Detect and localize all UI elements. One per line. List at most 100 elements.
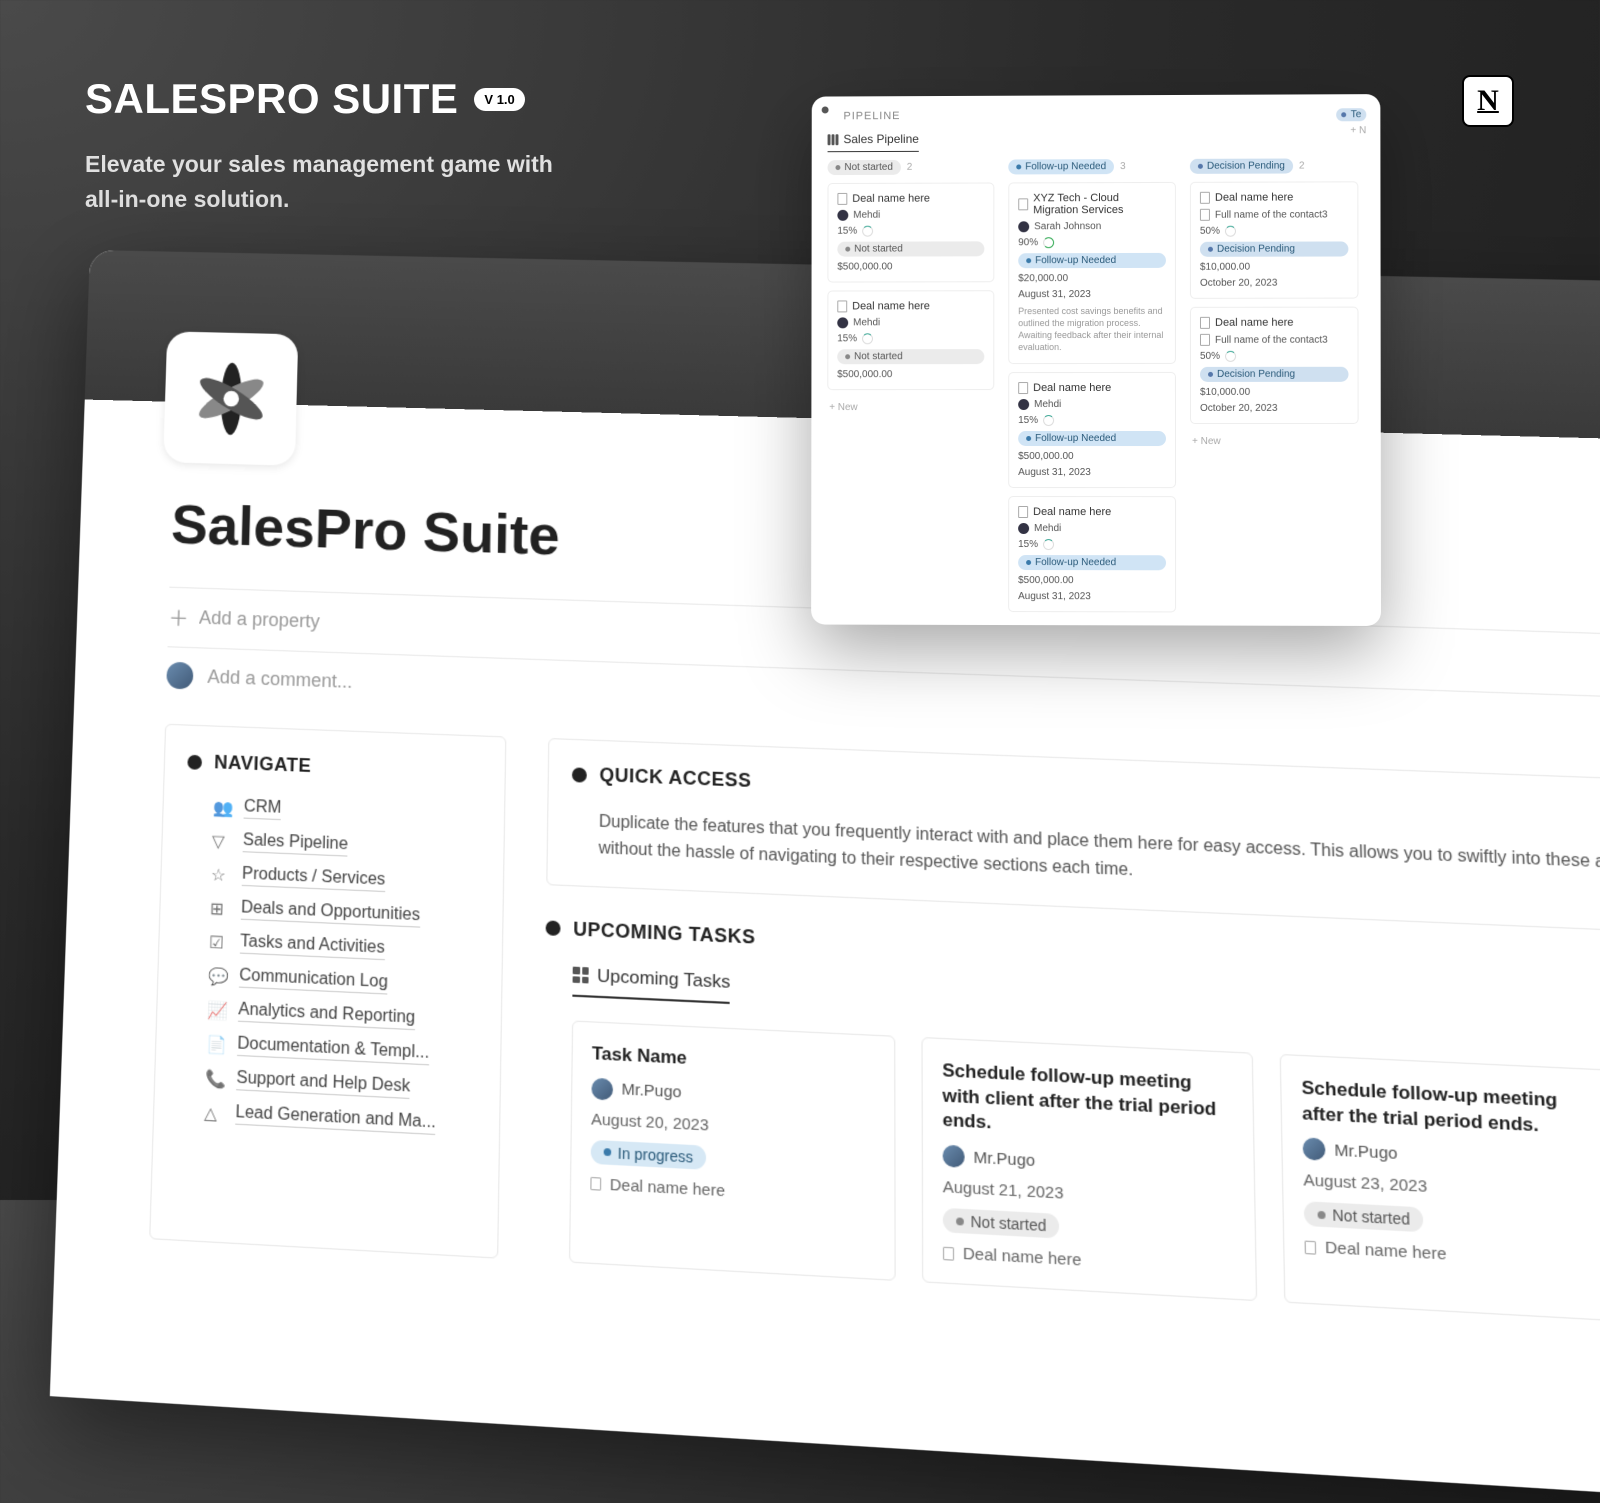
board-column: Follow-up Needed3 XYZ Tech - Cloud Migrat…: [1008, 159, 1176, 626]
sidebar-item-deals-and-opportunities[interactable]: ⊞Deals and Opportunities: [210, 897, 480, 930]
column-header[interactable]: Not started2: [828, 160, 995, 176]
deal-reference[interactable]: Deal name here: [943, 1244, 1235, 1279]
task-card[interactable]: Schedule follow-up meeting after the tri…: [1280, 1053, 1600, 1322]
version-badge: V 1.0: [474, 88, 524, 111]
add-card-button[interactable]: + New: [1008, 620, 1176, 626]
task-card[interactable]: Task NameMr.PugoAugust 20, 2023In progre…: [569, 1020, 896, 1281]
bullet-icon: [187, 754, 202, 769]
page-icon: [943, 1247, 954, 1261]
sidebar-item-support-and-help-desk[interactable]: 📞Support and Help Desk: [205, 1067, 477, 1102]
deal-owner: Mehdi: [1018, 399, 1166, 410]
sidebar-item-sales-pipeline[interactable]: ▽Sales Pipeline: [212, 830, 481, 862]
deal-date: August 31, 2023: [1018, 591, 1166, 602]
deal-progress: 15%: [837, 225, 984, 236]
sidebar-item-communication-log[interactable]: 💬Communication Log: [208, 965, 478, 999]
task-assignee: Mr.Pugo: [591, 1077, 874, 1113]
status-badge: Decision Pending: [1200, 241, 1348, 256]
upcoming-tasks-panel: UPCOMING TASKS Upcoming Tasks Task NameM…: [541, 917, 1600, 1330]
avatar: [1018, 221, 1029, 232]
deal-card[interactable]: Deal name hereFull name of the contact35…: [1190, 181, 1359, 299]
page-icon: [1200, 334, 1210, 346]
avatar: [1018, 399, 1029, 410]
plus-icon: ＋: [168, 602, 189, 632]
deal-progress: 50%: [1200, 351, 1348, 362]
deal-amount: $500,000.00: [1018, 575, 1166, 586]
nav-icon: 📞: [205, 1068, 224, 1088]
nav-icon: 📄: [206, 1034, 225, 1054]
status-badge: Not started: [837, 349, 984, 364]
task-date: August 20, 2023: [591, 1110, 875, 1143]
deal-card[interactable]: Deal name hereMehdi15% Follow-up Needed$…: [1008, 371, 1176, 487]
status-badge: Not started: [837, 241, 984, 256]
deal-owner: Sarah Johnson: [1018, 221, 1166, 232]
deal-amount: $20,000.00: [1018, 273, 1166, 284]
deal-card[interactable]: Deal name hereFull name of the contact35…: [1190, 307, 1359, 424]
page-icon: [1018, 198, 1028, 210]
page-icon: [837, 193, 847, 205]
task-card[interactable]: Schedule follow-up meeting with client a…: [921, 1037, 1257, 1302]
deal-date: October 20, 2023: [1200, 403, 1349, 414]
progress-ring-icon: [1043, 237, 1054, 248]
deal-card[interactable]: XYZ Tech - Cloud Migration Services Sarah…: [1008, 182, 1176, 364]
deal-progress: 15%: [1018, 415, 1166, 426]
status-badge: In progress: [591, 1139, 707, 1169]
overlay-right-controls: Te + N: [1337, 108, 1367, 136]
upcoming-tasks-tab[interactable]: Upcoming Tasks: [572, 964, 730, 1004]
quick-access-description: Duplicate the features that you frequent…: [598, 810, 1600, 909]
task-title: Schedule follow-up meeting after the tri…: [1301, 1076, 1600, 1142]
notion-logo: N: [1462, 75, 1514, 127]
page-icon: [1018, 506, 1028, 518]
deal-date: August 31, 2023: [1018, 467, 1166, 478]
deal-card[interactable]: Deal name hereMehdi15% Not started$500,0…: [827, 182, 994, 282]
status-badge: Follow-up Needed: [1018, 431, 1166, 446]
task-assignee: Mr.Pugo: [1303, 1138, 1600, 1176]
avatar: [1018, 523, 1029, 534]
deal-owner: Mehdi: [837, 317, 984, 328]
nav-icon: ▽: [212, 831, 231, 851]
sidebar-item-crm[interactable]: 👥CRM: [213, 796, 481, 828]
page-icon[interactable]: [163, 331, 298, 465]
nav-icon: 👥: [213, 797, 232, 817]
deal-card[interactable]: Deal name hereMehdi15% Follow-up Needed$…: [1008, 496, 1176, 612]
task-date: August 21, 2023: [943, 1178, 1235, 1212]
status-badge: Not started: [943, 1208, 1060, 1239]
avatar: [837, 210, 848, 221]
task-title: Task Name: [592, 1042, 875, 1081]
status-badge: Follow-up Needed: [1018, 555, 1166, 570]
deal-title: XYZ Tech - Cloud Migration Services: [1018, 192, 1166, 216]
navigate-panel: NAVIGATE 👥CRM▽Sales Pipeline☆Products / …: [149, 724, 506, 1259]
task-date: August 23, 2023: [1303, 1171, 1600, 1206]
add-card-button[interactable]: + New: [1190, 432, 1359, 451]
deal-reference[interactable]: Deal name here: [590, 1174, 874, 1208]
progress-ring-icon: [1043, 415, 1054, 426]
deal-date: October 20, 2023: [1200, 278, 1348, 289]
deal-progress: 50%: [1200, 225, 1348, 236]
add-card-button[interactable]: + New: [827, 398, 994, 417]
sidebar-item-products-services[interactable]: ☆Products / Services: [211, 864, 480, 897]
product-subtitle: Elevate your sales management game witha…: [85, 147, 553, 216]
deal-amount: $500,000.00: [837, 261, 984, 272]
sidebar-item-documentation-templ-[interactable]: 📄Documentation & Templ...: [206, 1033, 477, 1068]
deal-reference[interactable]: Deal name here: [1305, 1238, 1600, 1273]
board-icon: [828, 134, 839, 145]
page-icon: [837, 300, 847, 312]
breadcrumb[interactable]: PIPELINE: [843, 108, 1364, 122]
page-icon: [1200, 317, 1210, 329]
quick-access-panel: QUICK ACCESS Duplicate the features that…: [546, 738, 1600, 936]
progress-ring-icon: [1043, 539, 1054, 550]
avatar: [837, 317, 848, 328]
nav-icon: ⊞: [210, 898, 229, 918]
column-header[interactable]: Decision Pending2: [1190, 158, 1358, 174]
column-header[interactable]: Follow-up Needed3: [1008, 159, 1176, 175]
deal-amount: $500,000.00: [1018, 451, 1166, 462]
add-column-button[interactable]: + N: [1350, 125, 1366, 136]
progress-ring-icon: [862, 333, 873, 344]
nav-icon: 💬: [208, 966, 227, 986]
deal-progress: 15%: [1018, 539, 1166, 550]
deal-card[interactable]: Deal name hereMehdi15% Not started$500,0…: [827, 290, 994, 390]
sales-pipeline-tab[interactable]: Sales Pipeline: [828, 132, 919, 152]
contact-name: Full name of the contact3: [1200, 334, 1348, 346]
sidebar-item-analytics-and-reporting[interactable]: 📈Analytics and Reporting: [207, 999, 478, 1033]
sidebar-item-tasks-and-activities[interactable]: ☑Tasks and Activities: [209, 931, 479, 964]
sidebar-item-lead-generation-and-ma-[interactable]: △Lead Generation and Ma...: [204, 1102, 476, 1138]
